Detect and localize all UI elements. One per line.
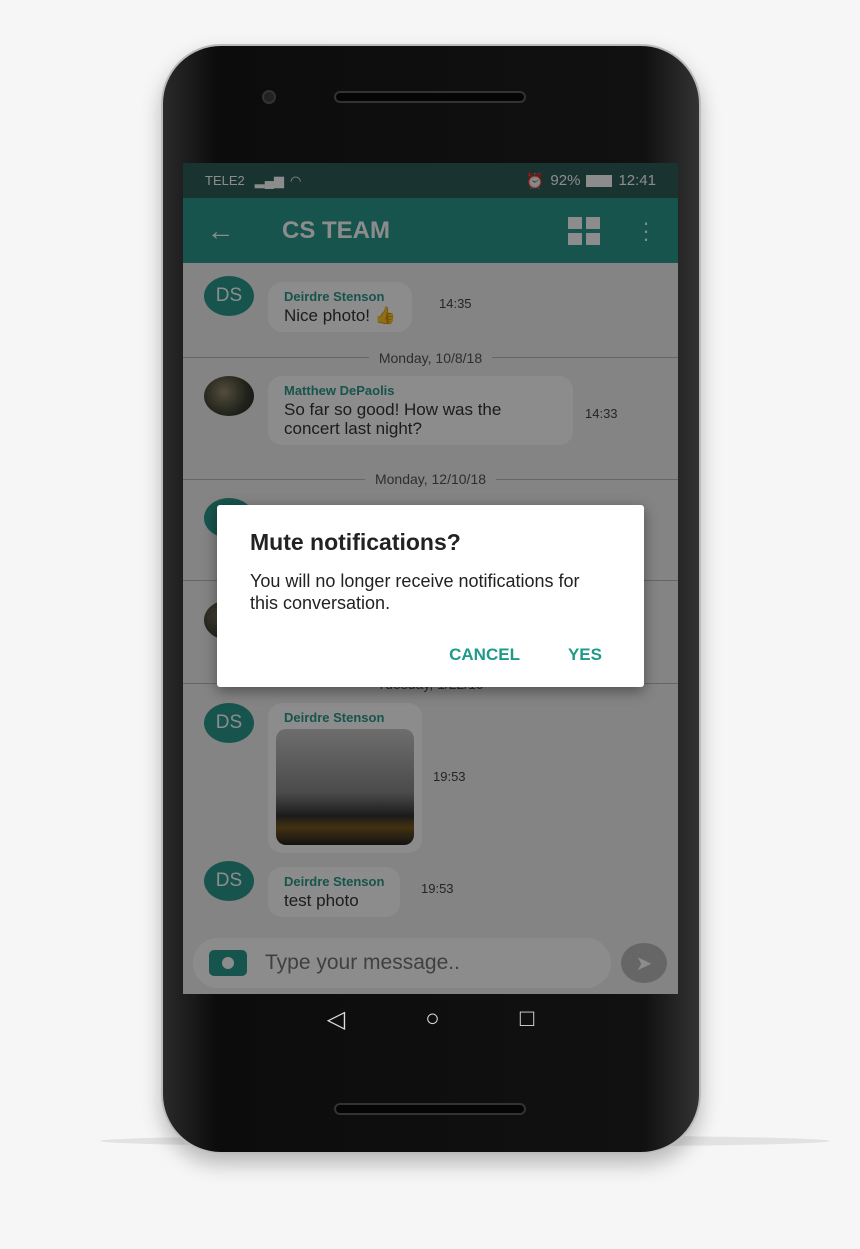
bottom-speaker (334, 1103, 526, 1115)
mute-dialog: Mute notifications? You will no longer r… (217, 505, 644, 687)
cancel-button[interactable]: CANCEL (449, 645, 520, 665)
dialog-body: You will no longer receive notifications… (250, 571, 580, 613)
dialog-title: Mute notifications? (250, 529, 461, 555)
front-camera (262, 90, 276, 104)
system-nav-bar: ◁ ○ □ (183, 994, 678, 1044)
recents-nav-icon[interactable]: □ (520, 1005, 535, 1033)
speaker-grille (334, 91, 526, 103)
yes-button[interactable]: YES (568, 645, 602, 665)
back-nav-icon[interactable]: ◁ (327, 1005, 345, 1034)
home-nav-icon[interactable]: ○ (425, 1005, 440, 1033)
